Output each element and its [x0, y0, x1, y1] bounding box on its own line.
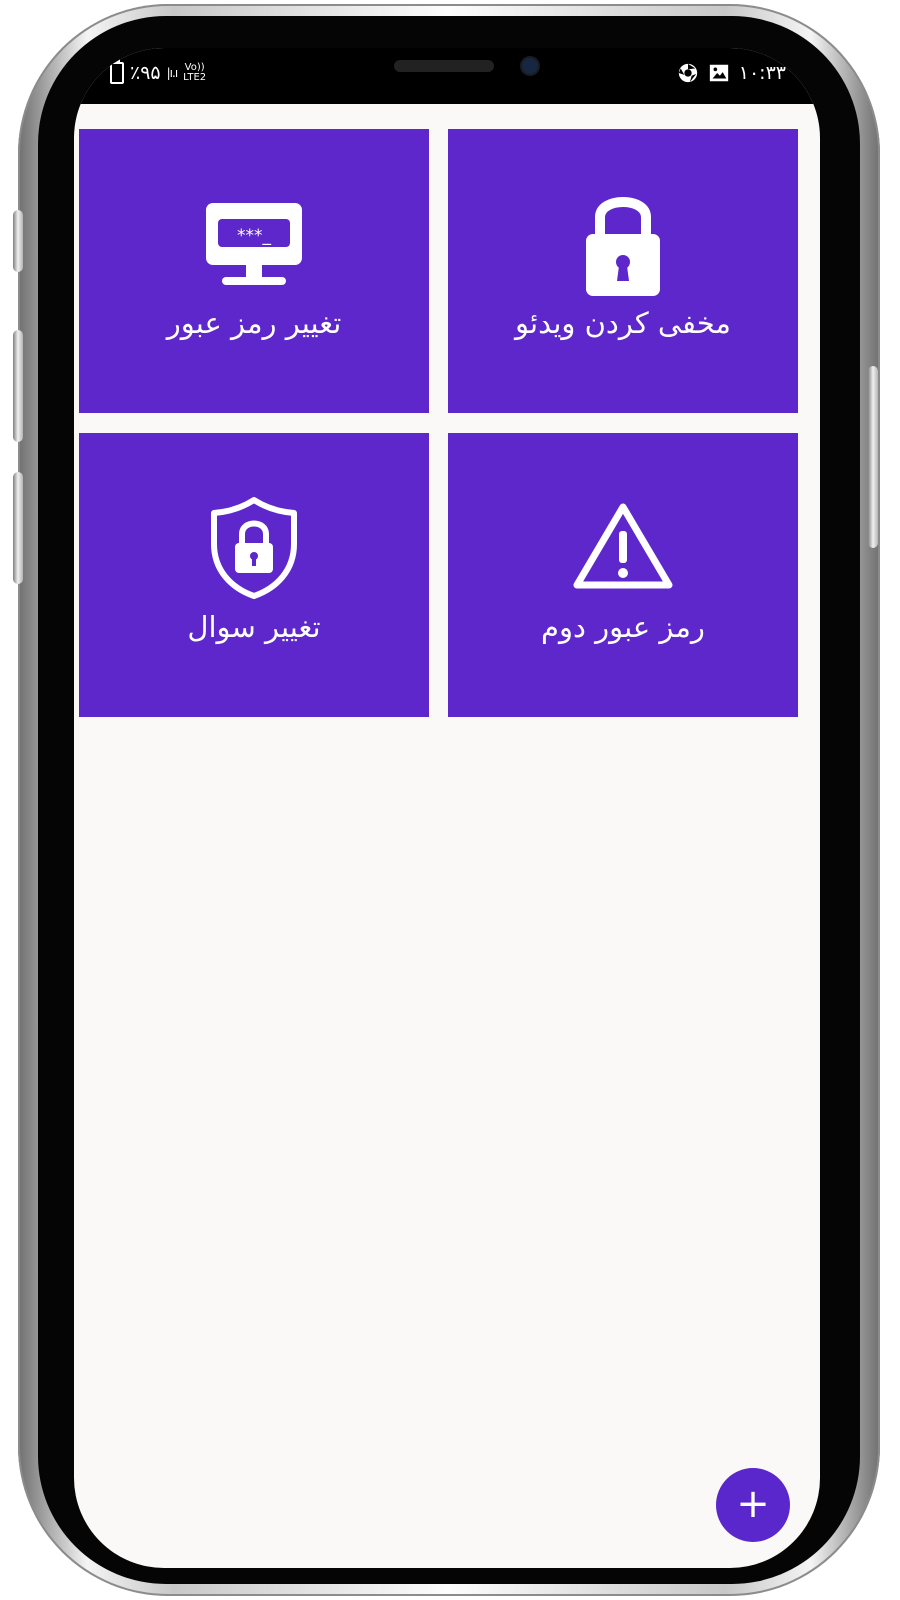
hide-video-tile[interactable]: مخفی کردن ویدئو: [448, 129, 798, 413]
tile-label: مخفی کردن ویدئو: [515, 306, 731, 340]
change-question-tile[interactable]: تغییر سوال: [79, 433, 429, 717]
phone-screen: ٪۹۵ |ı.ı Vo)) LTE2 ۱۰:۳۳ مخفی کردن ویدئو…: [74, 48, 820, 1568]
plus-icon: +: [736, 1481, 770, 1527]
status-right: ۱۰:۳۳: [677, 62, 786, 84]
phone-side-button: [13, 210, 23, 272]
tile-label: تغییر رمز عبور: [166, 306, 342, 340]
front-camera: [522, 58, 538, 74]
signal-icon: |ı.ı: [166, 66, 178, 80]
tile-label: رمز عبور دوم: [541, 610, 705, 644]
warning-icon: [573, 503, 673, 589]
lock-icon-wrap: [582, 189, 664, 303]
tile-label: تغییر سوال: [187, 610, 321, 644]
chrome-icon: [678, 63, 697, 83]
password-screen-icon-wrap: ***_: [204, 201, 304, 291]
status-bar: ٪۹۵ |ı.ı Vo)) LTE2 ۱۰:۳۳: [74, 48, 820, 104]
shield-lock-icon-wrap: [207, 495, 301, 603]
network-bottom-text: LTE2: [183, 72, 207, 83]
status-left: ٪۹۵ |ı.ı Vo)) LTE2: [110, 59, 206, 84]
password-mask-text: ***_: [237, 226, 272, 246]
shield-lock-icon: [211, 497, 297, 599]
phone-side-button: [868, 366, 878, 548]
gallery-icon: [709, 64, 728, 82]
change-password-tile[interactable]: ***_ تغییر رمز عبور: [79, 129, 429, 413]
phone-side-button: [13, 330, 23, 442]
second-password-tile[interactable]: رمز عبور دوم: [448, 433, 798, 717]
warning-icon-wrap: [569, 499, 677, 599]
battery-level: ٪۹۵: [130, 62, 161, 84]
battery-icon: [110, 59, 124, 84]
network-indicator: Vo)) LTE2: [183, 63, 206, 83]
password-screen-icon: ***_: [206, 203, 302, 285]
phone-side-button: [13, 472, 23, 584]
clock: ۱۰:۳۳: [738, 62, 786, 84]
notch: [238, 48, 656, 104]
speaker: [394, 60, 494, 72]
lock-icon: [586, 197, 660, 296]
add-button[interactable]: +: [716, 1468, 790, 1542]
